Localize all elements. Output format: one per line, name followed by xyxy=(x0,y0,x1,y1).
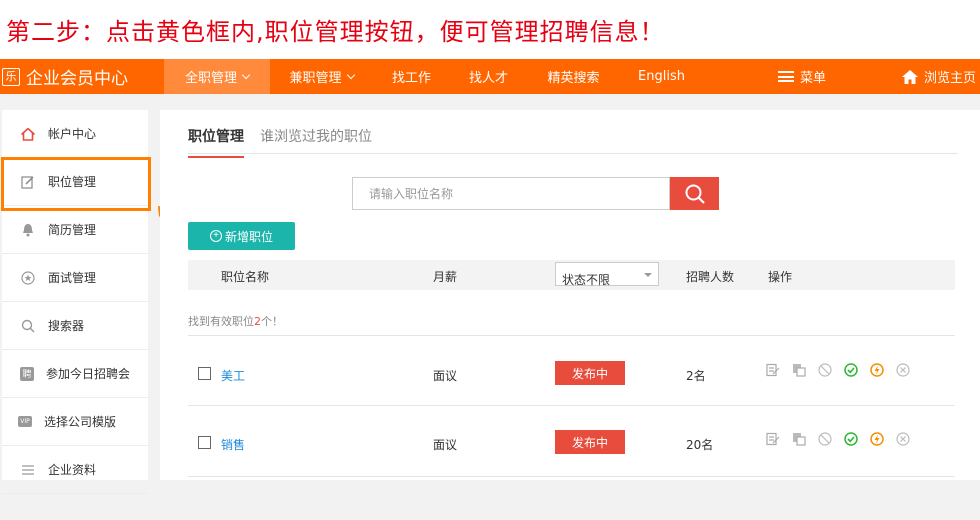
nav-browse-homepage[interactable]: 浏览主页 xyxy=(901,59,978,94)
home-icon xyxy=(902,69,918,84)
divider xyxy=(188,335,955,336)
main-panel: 职位管理 谁浏览过我的职位 + 新增职位 职位名称 月薪 状态不限 招聘人数 操… xyxy=(160,110,980,480)
disable-icon[interactable] xyxy=(818,363,832,377)
recruit-icon: 聘 xyxy=(20,366,34,381)
brand-title: 企业会员中心 xyxy=(26,69,128,89)
header-operations: 操作 xyxy=(768,270,793,284)
sidebar-item-company-profile[interactable]: 企业资料 xyxy=(2,446,148,494)
nav-elite-search[interactable]: 精英搜索 xyxy=(527,59,620,94)
check-icon[interactable] xyxy=(844,363,858,377)
nav-find-talent[interactable]: 找人才 xyxy=(450,59,527,94)
sidebar-item-searcher[interactable]: 搜索器 xyxy=(2,302,148,350)
results-count: 2 xyxy=(254,315,261,328)
edit-icon[interactable] xyxy=(766,363,780,377)
bell-icon xyxy=(20,222,36,238)
status-badge: 发布中 xyxy=(555,430,625,454)
nav-english[interactable]: English xyxy=(620,59,703,94)
recruit-icon-text: 聘 xyxy=(22,370,32,380)
nav-item-label: 兼职管理 xyxy=(289,71,342,86)
nav-menu-button[interactable]: 菜单 xyxy=(703,59,901,94)
nav-item-label: 找工作 xyxy=(391,71,431,86)
search-button[interactable] xyxy=(670,177,719,210)
row-actions xyxy=(766,432,922,446)
sidebar-item-label: 参加今日招聘会 xyxy=(46,367,131,381)
job-name-link[interactable]: 销售 xyxy=(221,436,245,453)
nav-fulltime-management[interactable]: 全职管理 xyxy=(164,59,270,94)
disable-icon[interactable] xyxy=(818,432,832,446)
status-filter-select[interactable]: 状态不限 xyxy=(555,262,659,287)
hamburger-menu-icon xyxy=(777,71,794,82)
nav-parttime-management[interactable]: 兼职管理 xyxy=(270,59,373,94)
row-actions xyxy=(766,363,922,377)
table-row: 美工 面议 发布中 2名 xyxy=(188,360,955,390)
nav-item-label: 精英搜索 xyxy=(547,71,600,86)
vip-icon-text: VIP xyxy=(20,418,30,425)
row-checkbox[interactable] xyxy=(198,367,211,380)
top-navbar: 乐 企业会员中心 全职管理 兼职管理 找工作 找人才 精英搜索 English … xyxy=(0,59,980,94)
status-badge: 发布中 xyxy=(555,361,625,385)
results-summary: 找到有效职位2个！ xyxy=(188,313,283,329)
nav-home-label: 浏览主页 xyxy=(924,71,977,86)
divider xyxy=(188,476,955,477)
sidebar-item-company-template[interactable]: VIP 选择公司模版 xyxy=(2,398,148,446)
nav-find-job[interactable]: 找工作 xyxy=(373,59,450,94)
job-search-input[interactable] xyxy=(352,177,670,210)
header-headcount: 招聘人数 xyxy=(686,270,735,284)
job-headcount: 20名 xyxy=(686,438,714,452)
dropdown-arrow-icon xyxy=(644,273,652,277)
nav-item-label: 全职管理 xyxy=(184,71,237,86)
edit-icon[interactable] xyxy=(766,432,780,446)
copy-icon[interactable] xyxy=(792,363,806,377)
tab-divider xyxy=(188,153,958,154)
star-icon xyxy=(20,270,36,286)
check-icon[interactable] xyxy=(844,432,858,446)
sidebar-item-label: 简历管理 xyxy=(48,223,97,237)
sidebar-item-label: 企业资料 xyxy=(48,463,97,477)
nav-menu-label: 菜单 xyxy=(799,71,826,86)
copy-icon[interactable] xyxy=(792,432,806,446)
sidebar-item-account-center[interactable]: 帐户中心 xyxy=(2,110,148,158)
sidebar-item-label: 帐户中心 xyxy=(48,127,97,141)
home-outline-icon xyxy=(20,126,36,142)
chevron-down-icon xyxy=(346,70,355,79)
vip-icon: VIP xyxy=(18,416,32,427)
job-salary: 面议 xyxy=(433,438,458,452)
row-checkbox[interactable] xyxy=(198,436,211,449)
add-job-label: 新增职位 xyxy=(224,229,273,244)
nav-item-label: 找人才 xyxy=(468,71,508,86)
search-icon xyxy=(685,184,705,204)
brand[interactable]: 乐 企业会员中心 xyxy=(0,59,164,94)
chevron-down-icon xyxy=(241,70,251,79)
header-salary: 月薪 xyxy=(433,270,458,284)
lightning-icon[interactable] xyxy=(870,363,884,377)
instruction-caption: 第二步：点击黄色框内,职位管理按钮，便可管理招聘信息！ xyxy=(6,18,665,46)
highlight-box xyxy=(1,157,151,211)
list-icon xyxy=(20,462,36,478)
results-prefix: 找到有效职位 xyxy=(188,315,254,328)
brand-logo-icon: 乐 xyxy=(2,67,20,86)
search-icon xyxy=(20,318,36,334)
delete-icon[interactable] xyxy=(896,432,910,446)
job-salary: 面议 xyxy=(433,369,458,383)
sidebar-item-label: 搜索器 xyxy=(48,319,85,333)
plus-circle-icon: + xyxy=(209,230,222,242)
table-header: 职位名称 月薪 状态不限 招聘人数 操作 xyxy=(188,260,955,290)
sidebar-item-interview-management[interactable]: 面试管理 xyxy=(2,254,148,302)
sidebar-item-resume-management[interactable]: 简历管理 xyxy=(2,206,148,254)
table-row: 销售 面议 发布中 20名 xyxy=(188,429,955,459)
lightning-icon[interactable] xyxy=(870,432,884,446)
divider xyxy=(188,405,955,406)
header-job-name: 职位名称 xyxy=(221,270,270,284)
status-filter-value: 状态不限 xyxy=(562,273,611,287)
sidebar-item-label: 选择公司模版 xyxy=(44,415,117,429)
delete-icon[interactable] xyxy=(896,363,910,377)
nav-item-label: English xyxy=(638,69,685,84)
job-headcount: 2名 xyxy=(686,369,706,383)
add-job-button[interactable]: + 新增职位 xyxy=(188,222,295,250)
sidebar-item-job-fair[interactable]: 聘 参加今日招聘会 xyxy=(2,350,148,398)
job-name-link[interactable]: 美工 xyxy=(221,367,245,384)
results-suffix: 个！ xyxy=(261,315,283,328)
sidebar-item-label: 面试管理 xyxy=(48,271,97,285)
